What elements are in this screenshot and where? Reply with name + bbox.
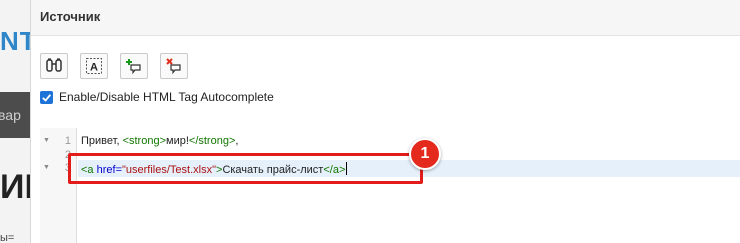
- remove-comment-button[interactable]: [160, 53, 188, 79]
- dialog-title: Источник: [31, 0, 740, 36]
- add-comment-icon: [126, 59, 141, 75]
- annotation-badge: 1: [409, 138, 441, 170]
- fold-marker-icon[interactable]: ▼: [43, 137, 50, 144]
- background-heading: ИК: [0, 168, 30, 206]
- code-tag: <strong>: [122, 135, 166, 147]
- background-footer-text: ы=: [0, 232, 15, 243]
- find-icon: [46, 58, 62, 72]
- background-page: NT вар ИК ы=: [0, 0, 30, 243]
- line-gutter: ▼ 1 2 ▼ 3: [40, 128, 77, 243]
- code-line-1[interactable]: Привет, <strong>мир!</strong>,: [81, 135, 238, 147]
- source-toolbar: A: [40, 53, 188, 79]
- annotation-highlight-box: [68, 153, 423, 184]
- remove-comment-icon: [166, 58, 181, 75]
- code-tag: </strong>: [188, 135, 236, 147]
- autocomplete-checkbox[interactable]: [40, 90, 53, 104]
- autocomplete-label: Enable/Disable HTML Tag Autocomplete: [59, 90, 274, 104]
- checkmark-icon: [42, 93, 52, 102]
- code-text: ,: [235, 135, 239, 147]
- line-number: 1: [64, 135, 71, 147]
- format-button[interactable]: A: [80, 53, 108, 79]
- code-text: мир!: [166, 135, 189, 147]
- format-text-icon: A: [86, 58, 102, 74]
- autocomplete-toggle[interactable]: Enable/Disable HTML Tag Autocomplete: [40, 90, 274, 104]
- fold-marker-icon[interactable]: ▼: [43, 164, 50, 171]
- find-button[interactable]: [40, 53, 68, 79]
- background-menu-bar: вар: [0, 92, 30, 138]
- code-text: Привет,: [81, 135, 123, 147]
- code-editor[interactable]: ▼ 1 2 ▼ 3 Привет, <strong>мир!</strong>,…: [40, 128, 740, 243]
- source-dialog: Источник A Enable/Disable HTML Tag Autoc…: [30, 0, 740, 243]
- svg-text:A: A: [90, 62, 98, 74]
- add-comment-button[interactable]: [120, 53, 148, 79]
- background-menu-text: вар: [0, 107, 21, 123]
- background-logo: NT: [0, 26, 30, 56]
